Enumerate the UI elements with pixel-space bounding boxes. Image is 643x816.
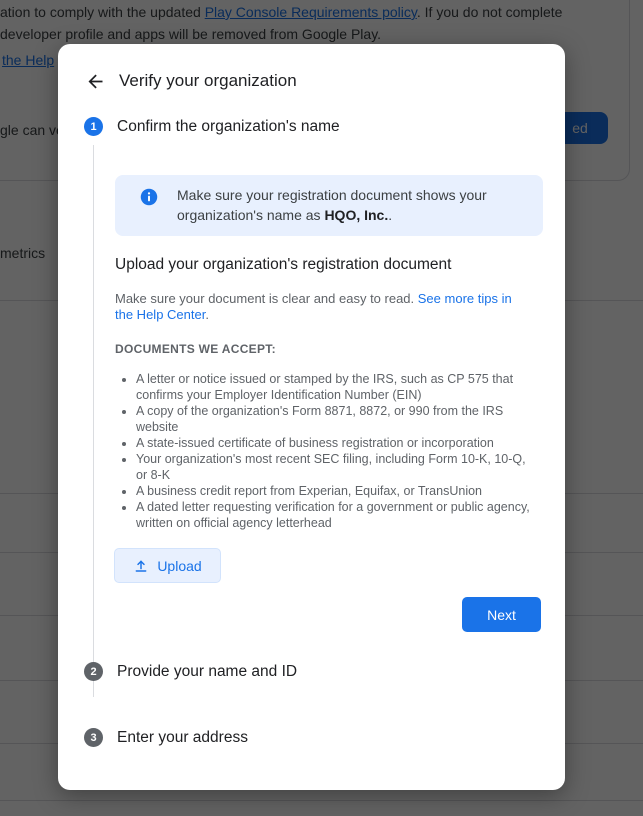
- upload-button-label: Upload: [157, 558, 201, 574]
- document-item: A copy of the organization's Form 8871, …: [136, 403, 532, 435]
- step-1-header: 1 Confirm the organization's name: [84, 117, 340, 136]
- info-text-after: .: [388, 207, 392, 223]
- verify-organization-dialog: Verify your organization 1 Confirm the o…: [58, 44, 565, 790]
- info-banner-text: Make sure your registration document sho…: [177, 185, 529, 225]
- step-3-badge: 3: [84, 728, 103, 747]
- upload-subtext-end: .: [205, 307, 209, 322]
- upload-button[interactable]: Upload: [114, 548, 221, 583]
- document-item: A state-issued certificate of business r…: [136, 435, 532, 451]
- step-1-badge: 1: [84, 117, 103, 136]
- document-item: A business credit report from Experian, …: [136, 483, 532, 499]
- document-item: A letter or notice issued or stamped by …: [136, 371, 532, 403]
- back-button[interactable]: [80, 66, 110, 96]
- accepted-documents-list: A letter or notice issued or stamped by …: [120, 371, 532, 531]
- step-2-label: Provide your name and ID: [117, 663, 297, 681]
- documents-we-accept-heading: DOCUMENTS WE ACCEPT:: [115, 342, 276, 356]
- stepper-connector-line: [93, 145, 94, 697]
- step-2-header: 2 Provide your name and ID: [84, 662, 297, 681]
- next-button[interactable]: Next: [462, 597, 541, 632]
- info-banner: Make sure your registration document sho…: [115, 175, 543, 236]
- info-icon: [140, 188, 158, 206]
- upload-icon: [133, 558, 149, 574]
- upload-subtext-plain: Make sure your document is clear and eas…: [115, 291, 418, 306]
- step-2-badge: 2: [84, 662, 103, 681]
- step-3-label: Enter your address: [117, 729, 248, 747]
- dialog-title: Verify your organization: [119, 71, 297, 91]
- document-item: Your organization's most recent SEC fili…: [136, 451, 532, 483]
- organization-name: HQO, Inc.: [324, 207, 388, 223]
- upload-subtext: Make sure your document is clear and eas…: [115, 291, 527, 323]
- upload-section-heading: Upload your organization's registration …: [115, 256, 451, 274]
- arrow-left-icon: [85, 71, 106, 92]
- step-3-header: 3 Enter your address: [84, 728, 248, 747]
- step-1-label: Confirm the organization's name: [117, 118, 340, 136]
- document-item: A dated letter requesting verification f…: [136, 499, 532, 531]
